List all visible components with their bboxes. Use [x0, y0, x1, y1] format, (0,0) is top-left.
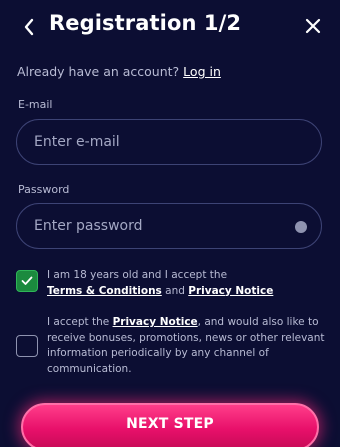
privacy-notice-link[interactable]: Privacy Notice	[188, 285, 273, 297]
email-field-wrapper	[16, 119, 322, 165]
marketing-consent-intro: I accept the	[47, 316, 110, 328]
next-step-label: NEXT STEP	[126, 416, 214, 432]
password-field[interactable]	[17, 204, 321, 248]
terms-consent-intro: I am 18 years old and I accept the	[47, 269, 228, 281]
close-icon	[305, 18, 321, 34]
header: Registration 1/2	[0, 0, 340, 54]
next-step-button[interactable]: NEXT STEP	[21, 403, 319, 447]
password-label: Password	[18, 183, 70, 196]
close-button[interactable]	[301, 14, 325, 38]
marketing-privacy-notice-link[interactable]: Privacy Notice	[113, 316, 198, 328]
login-prompt: Already have an account? Log in	[17, 64, 221, 79]
eye-icon[interactable]	[295, 221, 307, 233]
email-field[interactable]	[17, 120, 321, 164]
chevron-left-icon	[24, 18, 34, 36]
marketing-checkbox[interactable]	[16, 335, 38, 357]
terms-link[interactable]: Terms & Conditions	[47, 285, 162, 297]
email-label: E-mail	[18, 98, 53, 111]
terms-checkbox[interactable]	[16, 270, 38, 292]
password-field-wrapper	[16, 203, 322, 249]
terms-consent-joiner: and	[165, 284, 185, 297]
terms-consent-text: I am 18 years old and I accept the Terms…	[47, 268, 332, 299]
login-link[interactable]: Log in	[183, 64, 221, 79]
marketing-consent-text: I accept the Privacy Notice, and would a…	[47, 315, 332, 377]
checkmark-icon	[21, 276, 33, 285]
page-title: Registration 1/2	[49, 11, 242, 35]
back-button[interactable]	[18, 14, 40, 40]
login-prompt-text: Already have an account?	[17, 64, 180, 79]
